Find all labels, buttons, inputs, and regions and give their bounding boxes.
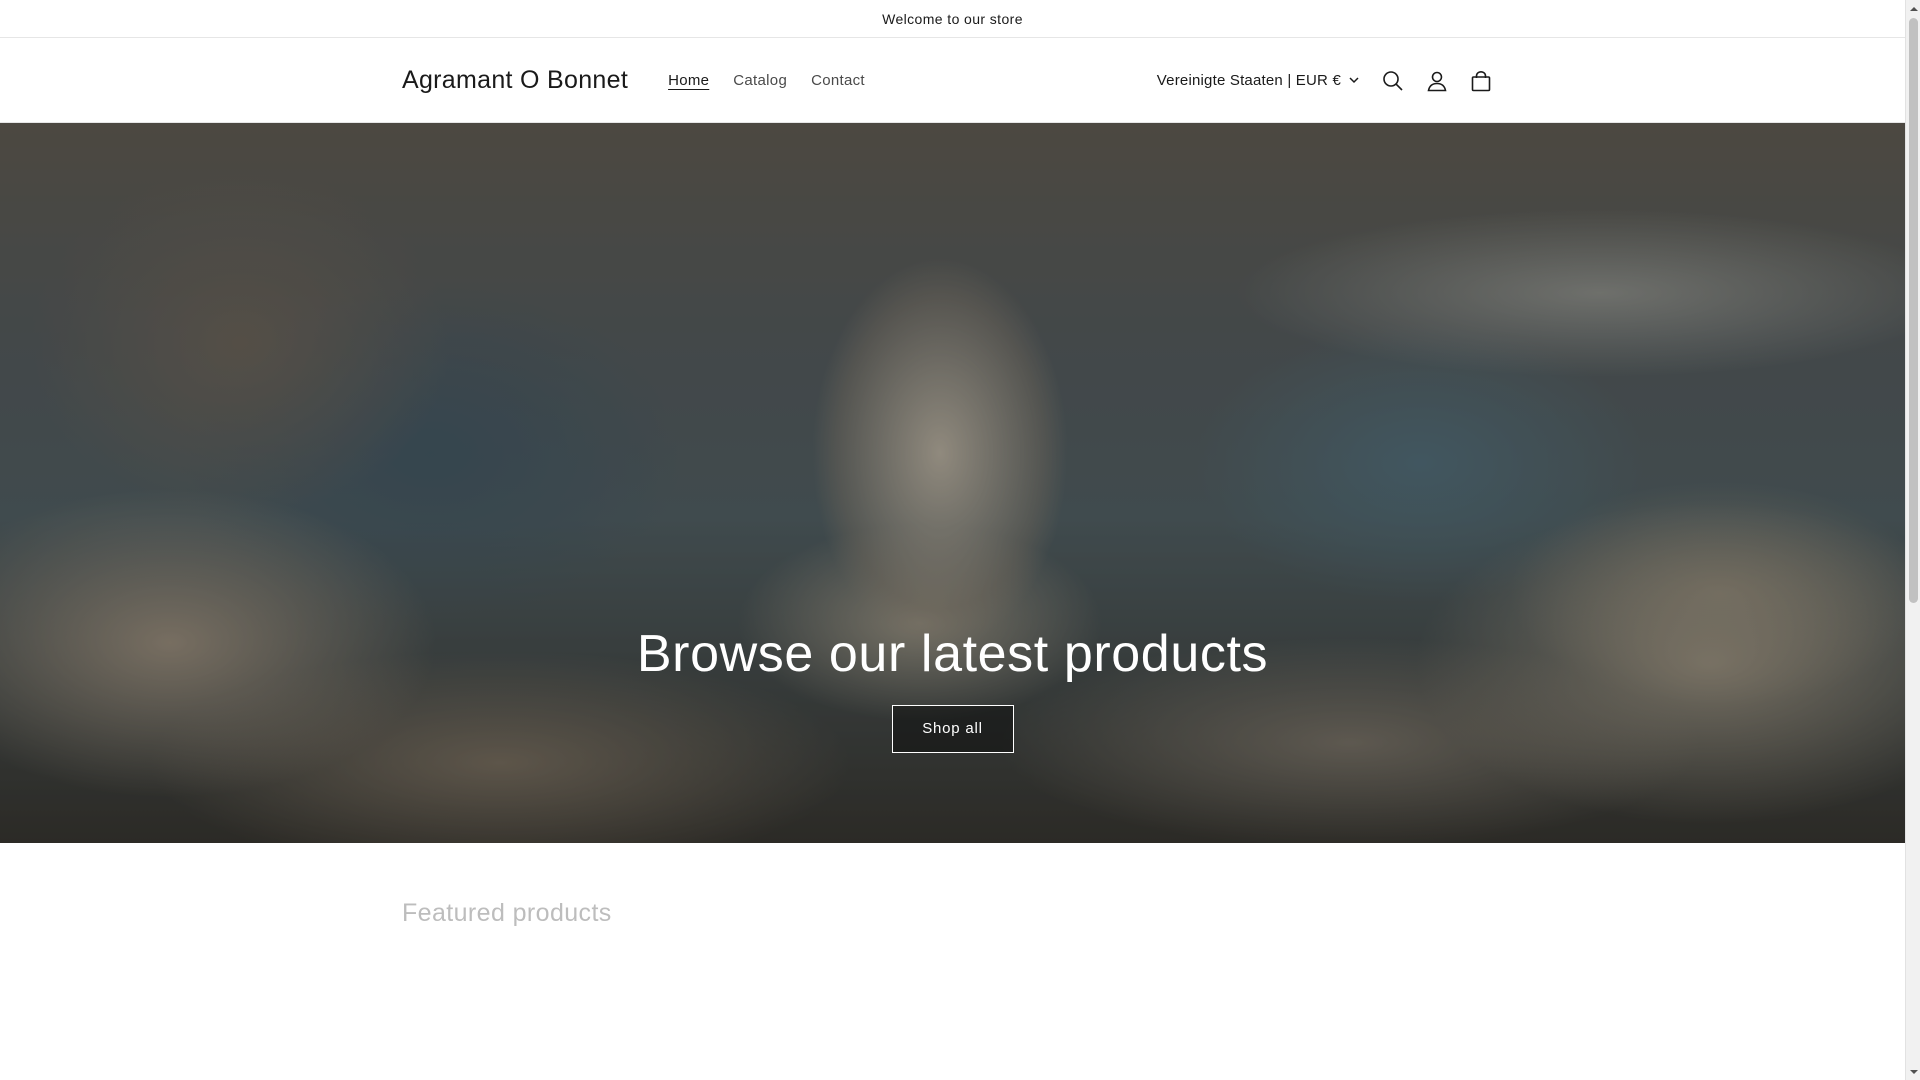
- nav-link-catalog[interactable]: Catalog: [721, 72, 799, 89]
- header-inner: Agramant O Bonnet Home Catalog Contact V…: [402, 38, 1503, 123]
- hero-title: Browse our latest products: [636, 625, 1269, 683]
- chevron-down-icon: [1349, 77, 1359, 84]
- country-currency-label: Vereinigte Staaten | EUR €: [1156, 72, 1341, 89]
- scroll-down-arrow-icon[interactable]: [1906, 1063, 1920, 1080]
- store-logo-link[interactable]: Agramant O Bonnet: [402, 66, 628, 95]
- featured-products-section: Featured products: [0, 843, 1905, 928]
- header-actions: Vereinigte Staaten | EUR €: [1157, 59, 1503, 103]
- hero-content: Browse our latest products Shop all: [0, 623, 1905, 754]
- nav-link-contact[interactable]: Contact: [799, 72, 877, 89]
- nav-link-home[interactable]: Home: [656, 72, 721, 89]
- scrollbar-thumb[interactable]: [1909, 18, 1918, 603]
- page: Welcome to our store Agramant O Bonnet H…: [0, 0, 1905, 1080]
- page-scrollbar[interactable]: [1905, 0, 1920, 1080]
- site-header: Agramant O Bonnet Home Catalog Contact V…: [0, 38, 1905, 123]
- search-icon[interactable]: [1371, 59, 1415, 103]
- country-currency-selector[interactable]: Vereinigte Staaten | EUR €: [1157, 72, 1371, 89]
- account-icon[interactable]: [1415, 59, 1459, 103]
- main-nav: Home Catalog Contact: [656, 72, 877, 89]
- scroll-up-arrow-icon[interactable]: [1906, 0, 1920, 17]
- cart-icon[interactable]: [1459, 59, 1503, 103]
- hero-banner: Browse our latest products Shop all: [0, 123, 1905, 843]
- featured-products-title: Featured products: [402, 899, 612, 927]
- announcement-text: Welcome to our store: [882, 10, 1023, 27]
- shop-all-button[interactable]: Shop all: [891, 705, 1014, 754]
- announcement-bar: Welcome to our store: [0, 0, 1905, 38]
